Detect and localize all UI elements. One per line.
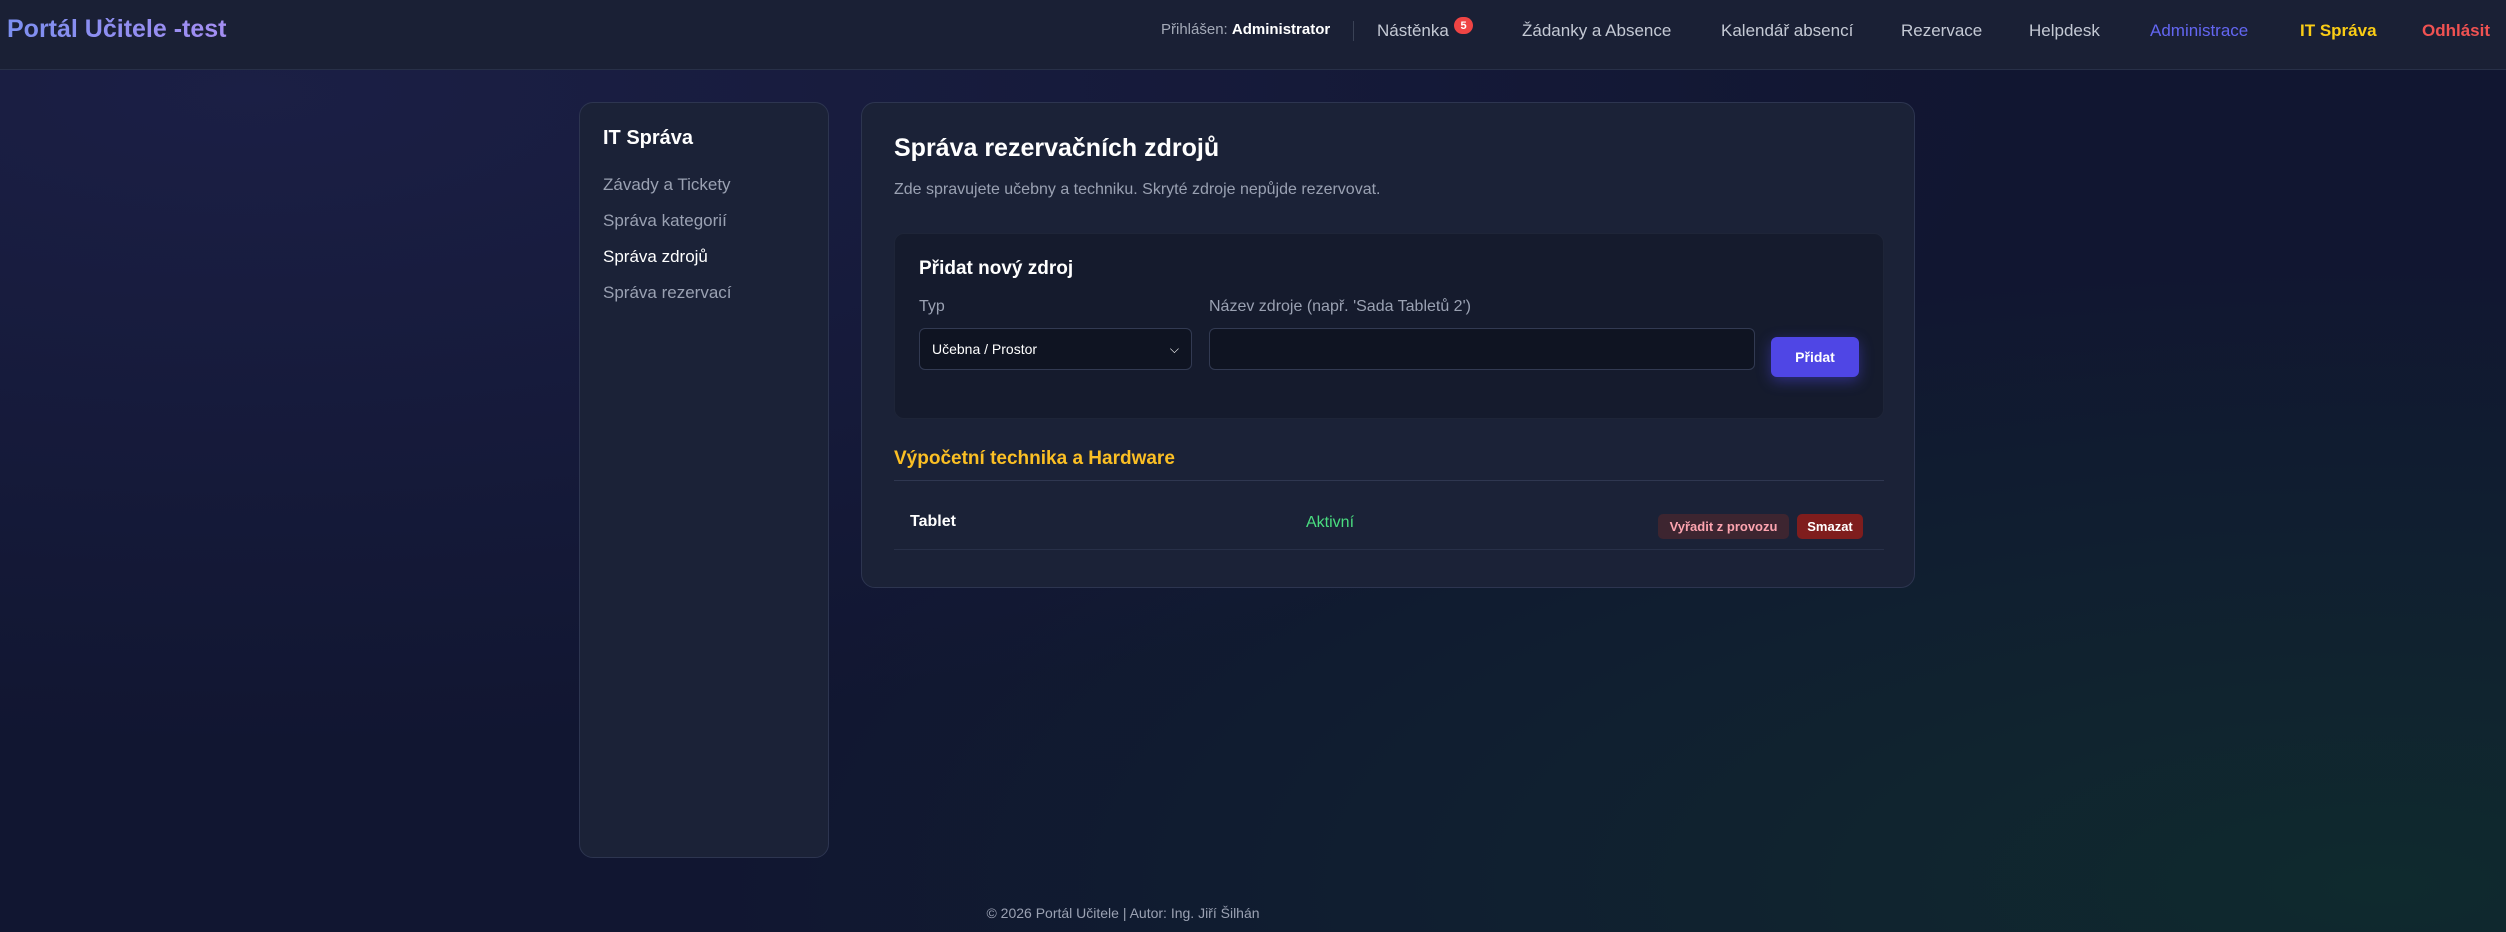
retire-resource-button[interactable]: Vyřadit z provozu — [1658, 514, 1789, 539]
user-prefix: Přihlášen: — [1161, 21, 1228, 38]
resource-name-label: Název zdroje (např. 'Sada Tabletů 2') — [1209, 298, 1471, 315]
logged-in-user: Přihlášen: Administrator — [1161, 21, 1330, 38]
nav-absence-calendar[interactable]: Kalendář absencí — [1721, 21, 1853, 41]
sidebar-item-categories[interactable]: Správa kategorií — [603, 211, 727, 231]
resource-name: Tablet — [910, 513, 956, 530]
sidebar: IT Správa Závady a Tickety Správa katego… — [579, 102, 829, 858]
notification-badge: 5 — [1454, 17, 1473, 34]
nav-divider — [1353, 21, 1354, 41]
top-navigation-bar: Portál Učitele -test Přihlášen: Administ… — [0, 0, 2506, 70]
sidebar-item-reservations[interactable]: Správa rezervací — [603, 283, 732, 303]
category-heading: Výpočetní technika a Hardware — [894, 448, 1175, 469]
main-nav: Přihlášen: Administrator — [0, 0, 2506, 62]
nav-administration[interactable]: Administrace — [2150, 21, 2248, 41]
resource-status: Aktivní — [1306, 514, 1355, 531]
sidebar-title: IT Správa — [603, 127, 694, 149]
footer: © 2026 Portál Učitele | Autor: Ing. Jiří… — [986, 905, 1260, 921]
add-resource-form: Přidat nový zdroj Typ Učebna / Prostor ⌵… — [894, 233, 1884, 419]
page-subtitle: Zde spravujete učebny a techniku. Skryté… — [894, 181, 1381, 198]
page-title: Správa rezervačních zdrojů — [894, 134, 1220, 162]
resource-name-input[interactable] — [1209, 328, 1755, 370]
resource-management-panel: Správa rezervačních zdrojů Zde spravujet… — [861, 102, 1915, 588]
chevron-down-icon: ⌵ — [1169, 341, 1179, 356]
type-select[interactable]: Učebna / Prostor ⌵ — [919, 328, 1192, 370]
sidebar-item-resources[interactable]: Správa zdrojů — [603, 247, 708, 267]
sidebar-item-tickets[interactable]: Závady a Tickety — [603, 175, 731, 195]
category-divider — [894, 480, 1884, 481]
nav-reservations[interactable]: Rezervace — [1901, 21, 1982, 41]
add-form-title: Přidat nový zdroj — [919, 258, 1074, 279]
nav-dashboard[interactable]: Nástěnka — [1377, 21, 1449, 41]
nav-it-management[interactable]: IT Správa — [2300, 21, 2377, 41]
delete-resource-button[interactable]: Smazat — [1797, 514, 1863, 539]
nav-helpdesk[interactable]: Helpdesk — [2029, 21, 2100, 41]
nav-requests-absences[interactable]: Žádanky a Absence — [1522, 21, 1671, 41]
logout-link[interactable]: Odhlásit — [2422, 21, 2490, 41]
resource-row: Tablet Aktivní Vyřadit z provozu Smazat — [894, 496, 1884, 550]
add-resource-button[interactable]: Přidat — [1771, 337, 1859, 377]
user-name: Administrator — [1231, 21, 1331, 38]
type-select-value: Učebna / Prostor — [932, 341, 1038, 357]
type-label: Typ — [919, 298, 945, 315]
